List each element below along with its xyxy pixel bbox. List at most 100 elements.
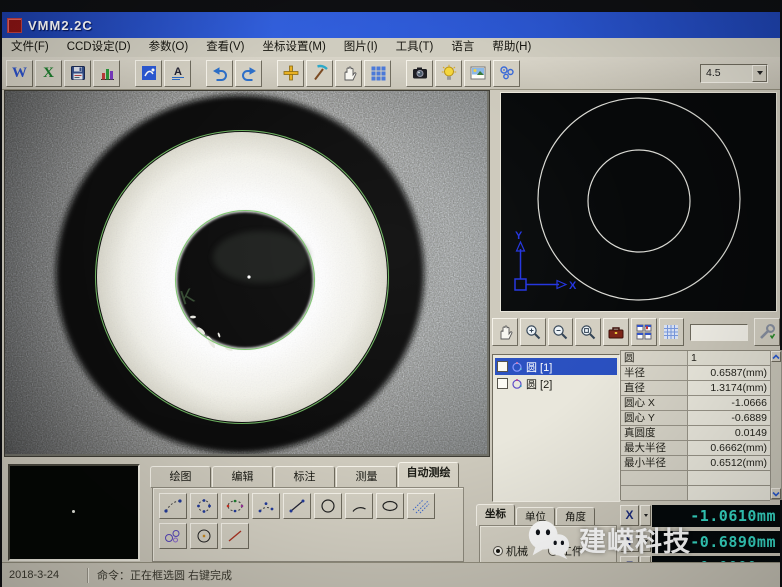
zoom-out-button[interactable] (548, 318, 574, 346)
camera-view[interactable]: K (4, 90, 490, 457)
hand-icon (340, 64, 358, 82)
wrench-icon (758, 323, 776, 341)
radio-workpiece[interactable]: 工件 (548, 543, 583, 559)
tab-draw[interactable]: 绘图 (150, 466, 211, 488)
list-item-circle-1[interactable]: 圆 [1] (495, 358, 617, 375)
tool-point-arc-button[interactable] (252, 493, 280, 519)
camera-capture-button[interactable] (406, 60, 433, 87)
tool-arc-button[interactable] (345, 493, 373, 519)
redo-button[interactable] (235, 60, 262, 87)
row-value: 0.6587(mm) (688, 366, 770, 380)
tab-edit[interactable]: 编辑 (212, 466, 273, 488)
coord-tab-bar: 坐标 单位 角度 (476, 504, 596, 526)
probe-icon (311, 64, 329, 82)
stage-position-dot (72, 510, 75, 513)
draw-tab-bar: 绘图 编辑 标注 测量 自动测绘 (150, 462, 460, 488)
hatch-grid-icon (411, 498, 431, 514)
tool-slash-line-button[interactable] (221, 523, 249, 549)
screen: VMM2.2C 文件(F) CCD设定(D) 参数(O) 查看(V) 坐标设置(… (0, 0, 782, 587)
tool-hatch-grid-button[interactable] (407, 493, 435, 519)
list-item-circle-2[interactable]: 圆 [2] (495, 375, 617, 392)
table-scrollbar[interactable] (770, 350, 782, 500)
magnification-dropdown-button[interactable] (752, 65, 767, 82)
checkbox[interactable] (497, 378, 508, 389)
axis-y-dropdown[interactable] (640, 531, 651, 552)
tile-windows-button[interactable] (631, 318, 657, 346)
cad-view[interactable]: Y X (500, 92, 777, 312)
toolbox-button[interactable] (603, 318, 629, 346)
undo-icon (211, 64, 229, 82)
circle-feature-icon (511, 361, 523, 373)
tab-coordinate[interactable]: 坐标 (476, 504, 515, 526)
zoom-in-button[interactable] (520, 318, 546, 346)
axis-y-button[interactable]: Y (620, 531, 639, 552)
menu-item-coordinate-settings[interactable]: 坐标设置(M) (254, 38, 335, 57)
cad-pan-button[interactable] (492, 318, 518, 346)
stage-preview[interactable] (8, 464, 140, 561)
y-readout: -0.6890mm (652, 531, 780, 553)
bar-chart-icon (98, 64, 116, 82)
grid-array-button[interactable] (364, 60, 391, 87)
menu-item-ccd-settings[interactable]: CCD设定(D) (58, 38, 140, 57)
axis-x-button[interactable]: X (620, 505, 639, 526)
measure-tool-button[interactable] (754, 318, 780, 346)
menu-item-help[interactable]: 帮助(H) (483, 38, 540, 57)
pan-hand-button[interactable] (335, 60, 362, 87)
tool-point-line-button[interactable] (159, 493, 187, 519)
menu-item-language[interactable]: 语言 (442, 38, 483, 57)
tab-measure[interactable]: 测量 (336, 466, 397, 488)
menu-item-file[interactable]: 文件(F) (2, 38, 58, 57)
hand-icon (496, 323, 514, 341)
axis-x-dropdown[interactable] (640, 505, 651, 526)
system-circles-icon (498, 64, 516, 82)
results-list[interactable]: 圆 [1] 圆 [2] (492, 354, 620, 502)
menu-item-parameters[interactable]: 参数(O) (140, 38, 198, 57)
probe-button[interactable] (306, 60, 333, 87)
menu-item-view[interactable]: 查看(V) (197, 38, 253, 57)
text-label-icon: A (169, 64, 187, 82)
checkbox[interactable] (497, 361, 508, 372)
menu-item-tools[interactable]: 工具(T) (387, 38, 443, 57)
tile-windows-icon (635, 323, 653, 341)
image-view-button[interactable] (464, 60, 491, 87)
x-readout: -1.0610mm (652, 505, 780, 527)
save-button[interactable] (64, 60, 91, 87)
report-chart-button[interactable] (93, 60, 120, 87)
cad-search-input[interactable] (690, 324, 748, 341)
cad-grid-button[interactable] (659, 318, 685, 346)
tool-point-ellipse-button[interactable] (221, 493, 249, 519)
text-label-button[interactable]: A (164, 60, 191, 87)
scroll-down-icon[interactable] (771, 488, 781, 499)
crosshair-button[interactable] (277, 60, 304, 87)
tool-multi-circle-button[interactable] (159, 523, 187, 549)
main-toolbar: W X A (2, 57, 780, 90)
app-window: VMM2.2C 文件(F) CCD设定(D) 参数(O) 查看(V) 坐标设置(… (2, 12, 780, 587)
axis-x-label: X (569, 280, 577, 292)
table-row-empty (621, 486, 770, 501)
tool-circle-button[interactable] (314, 493, 342, 519)
undo-button[interactable] (206, 60, 233, 87)
system-settings-button[interactable] (493, 60, 520, 87)
export-excel-button[interactable]: X (35, 60, 62, 87)
tab-annotate[interactable]: 标注 (274, 466, 335, 488)
magnification-select[interactable]: 4.5 (700, 64, 768, 83)
cad-window-button[interactable] (135, 60, 162, 87)
tool-ellipse-button[interactable] (376, 493, 404, 519)
title-bar[interactable]: VMM2.2C (2, 12, 780, 38)
tool-line-button[interactable] (283, 493, 311, 519)
tab-angle[interactable]: 角度 (556, 507, 595, 526)
tool-auto-circle-button[interactable] (190, 523, 218, 549)
tool-point-circle-button[interactable] (190, 493, 218, 519)
export-word-button[interactable]: W (6, 60, 33, 87)
menu-item-image[interactable]: 图片(I) (335, 38, 387, 57)
list-item-label: 圆 [1] (526, 359, 552, 375)
tab-auto-measure[interactable]: 自动测绘 (398, 462, 459, 488)
zoom-out-icon (551, 323, 569, 341)
tab-unit[interactable]: 单位 (516, 507, 555, 526)
zoom-fit-button[interactable] (575, 318, 601, 346)
point-circle-icon (194, 498, 214, 514)
grid-array-icon (369, 64, 387, 82)
light-control-button[interactable] (435, 60, 462, 87)
radio-machine[interactable]: 机械 (493, 543, 528, 559)
scroll-up-icon[interactable] (771, 351, 781, 362)
